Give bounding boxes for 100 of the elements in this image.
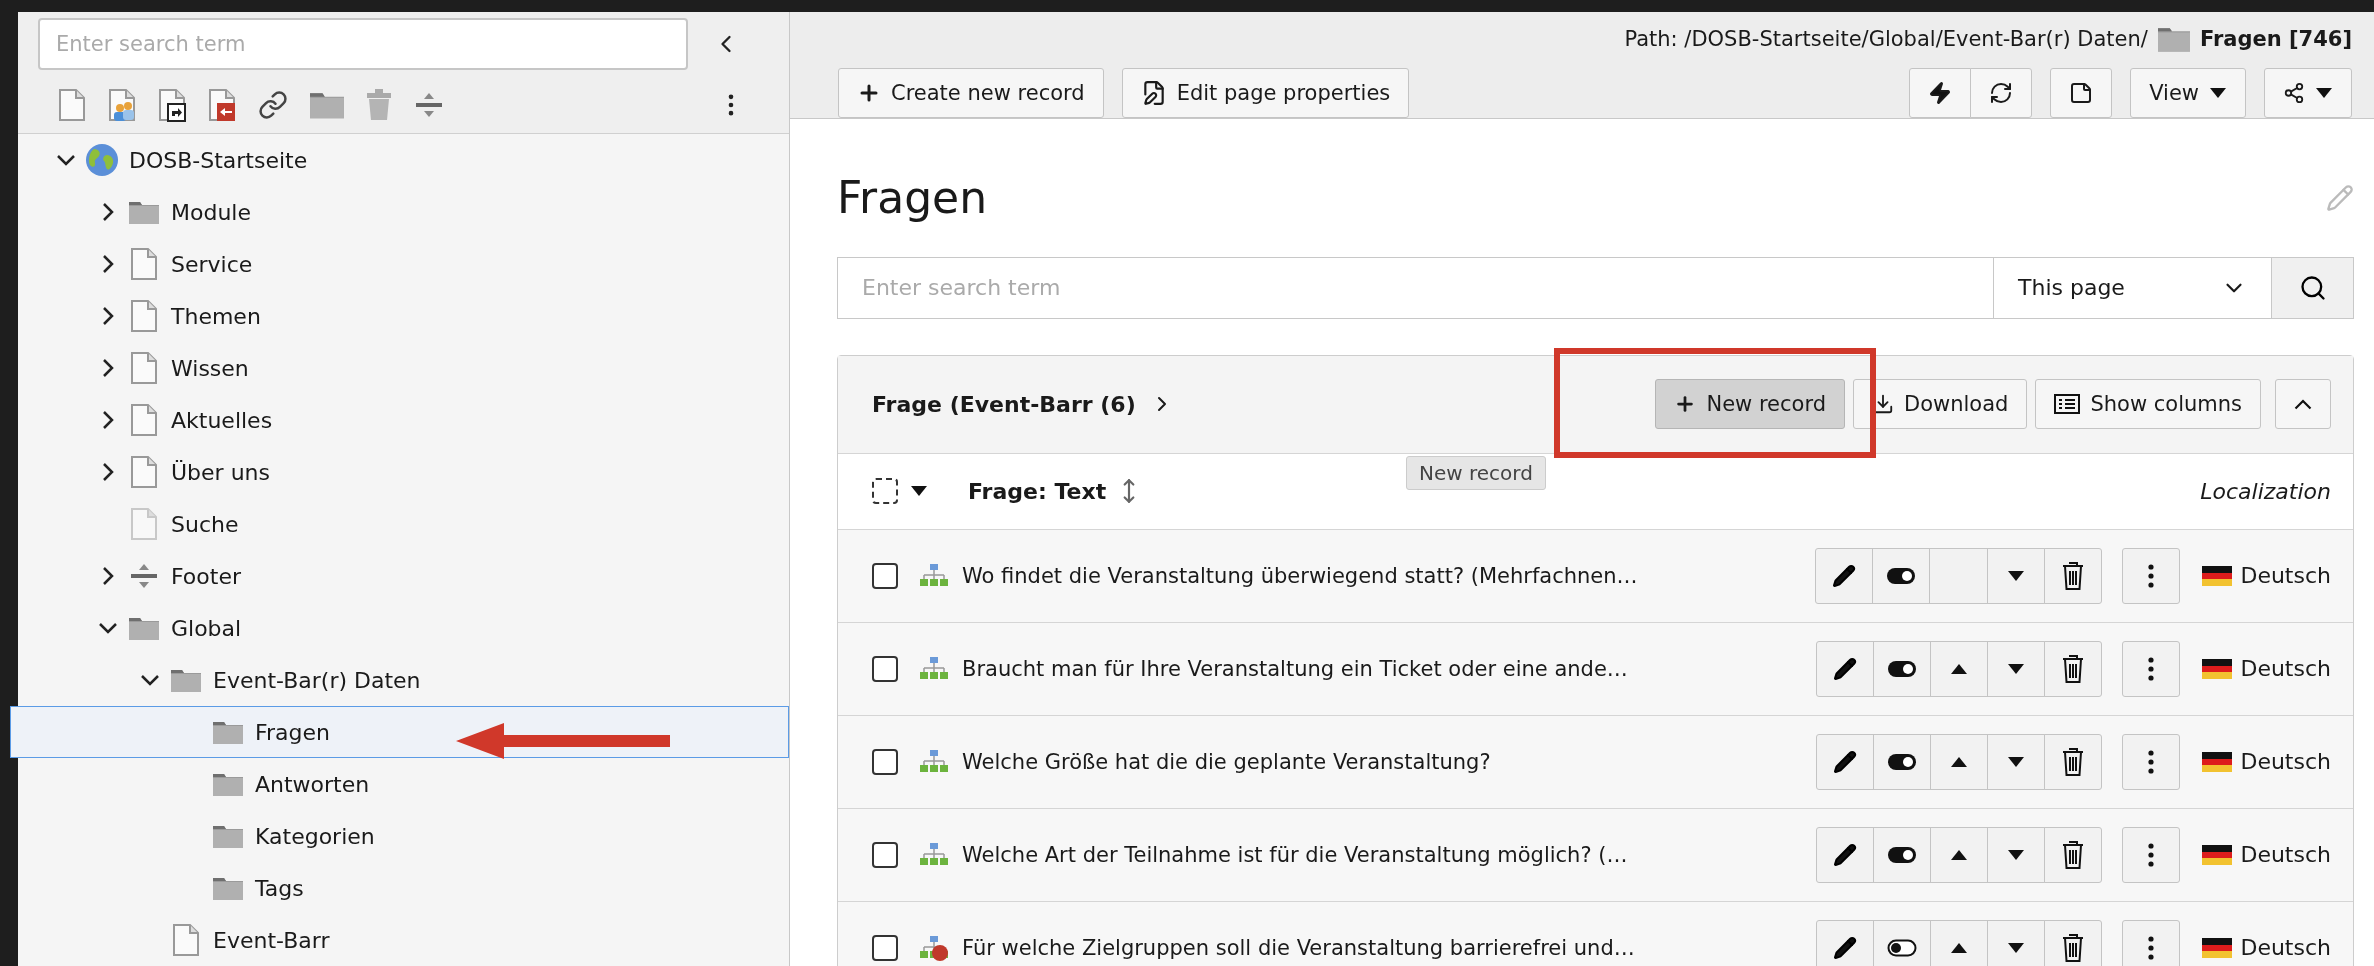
edit-button[interactable] [1816, 826, 1875, 883]
view-dropdown[interactable]: View [2130, 67, 2246, 118]
reload-button[interactable] [1970, 67, 2033, 118]
row-checkbox[interactable] [872, 934, 898, 961]
move-up-button[interactable] [1930, 826, 1989, 883]
visibility-toggle[interactable] [1873, 919, 1932, 966]
tree-item[interactable]: Module [10, 186, 789, 238]
visibility-toggle[interactable] [1873, 640, 1932, 697]
page-icon[interactable] [130, 403, 158, 437]
down-arrow-icon [2007, 941, 2026, 954]
visibility-toggle[interactable] [1873, 733, 1932, 790]
tree-item[interactable]: Antworten [10, 758, 789, 810]
tree-item[interactable]: Footer [10, 550, 789, 602]
move-down-button[interactable] [1987, 547, 2046, 604]
breadcrumb-path: Path: /DOSB-Startseite/Global/Event-Bar(r) Daten/ [1624, 26, 2148, 51]
more-button[interactable] [2122, 733, 2181, 790]
more-icon [2148, 563, 2155, 588]
row-checkbox[interactable] [872, 562, 898, 589]
scope-select[interactable]: This page [1994, 256, 2272, 319]
delete-button[interactable] [2044, 826, 2103, 883]
tree-item[interactable]: Service [10, 238, 789, 290]
search-button[interactable] [2272, 256, 2354, 319]
tree-item[interactable]: Themen [10, 290, 789, 342]
new-record-button[interactable]: New record [1655, 379, 1845, 430]
visibility-toggle[interactable] [1873, 826, 1932, 883]
download-button[interactable]: Download [1853, 379, 2028, 430]
folder-icon [213, 824, 243, 848]
pencil-icon [1833, 749, 1858, 774]
column-header: Localization [2200, 478, 2331, 504]
page-icon[interactable] [130, 299, 158, 333]
page-backlink-icon[interactable] [208, 88, 236, 122]
tree-item[interactable]: Wissen [10, 342, 789, 394]
folder-icon [129, 200, 159, 224]
move-up-button[interactable] [1930, 640, 1989, 697]
select-all-checkbox[interactable] [872, 478, 898, 505]
tree-item[interactable]: Tags [10, 862, 789, 914]
page-shortcut-icon[interactable] [158, 88, 186, 122]
move-down-button[interactable] [1987, 919, 2046, 966]
trash-icon [2062, 840, 2085, 869]
tree-item-label: Event-Barr [213, 927, 330, 953]
move-up-button[interactable] [1930, 733, 1989, 790]
german-flag-icon [2202, 565, 2233, 586]
more-button[interactable] [2122, 826, 2181, 883]
tree-item[interactable]: Suche [10, 498, 789, 550]
table-cell-text: Für welche Zielgruppen soll die Veranstaltung barrierefrei und… [962, 935, 1636, 960]
share-button[interactable] [2264, 67, 2352, 118]
visibility-toggle[interactable] [1872, 547, 1931, 604]
search-field[interactable]: Enter search term [837, 256, 1994, 319]
column-header[interactable]: Frage: Text [968, 478, 1107, 504]
page-icon[interactable] [130, 351, 158, 385]
tree-item[interactable]: Fragen [10, 706, 789, 758]
tree-item[interactable]: Event-Barr [10, 914, 789, 966]
move-down-button[interactable] [1987, 826, 2046, 883]
new-page-icon[interactable] [58, 88, 86, 122]
create-record-button[interactable]: Create new record [838, 67, 1104, 118]
page-icon[interactable] [172, 923, 200, 957]
delete-button[interactable] [2044, 547, 2103, 604]
folder-icon [171, 668, 201, 692]
folder-icon [2157, 26, 2190, 52]
page-users-icon[interactable] [108, 88, 136, 122]
delete-button[interactable] [2044, 919, 2103, 966]
edit-button[interactable] [1815, 547, 1874, 604]
pencil-icon [1832, 563, 1857, 588]
delete-button[interactable] [2044, 733, 2103, 790]
row-checkbox[interactable] [872, 841, 898, 868]
show-columns-button[interactable]: Show columns [2035, 379, 2261, 430]
edit-button[interactable] [1816, 919, 1875, 966]
move-up-button[interactable] [1930, 919, 1989, 966]
move-down-button[interactable] [1987, 733, 2046, 790]
edit-button[interactable] [1816, 640, 1875, 697]
notes-button[interactable] [2050, 67, 2113, 118]
tree-item-label: Fragen [255, 719, 331, 745]
row-checkbox[interactable] [872, 748, 898, 775]
trash-icon [2062, 933, 2085, 962]
tree-item[interactable]: Kategorien [10, 810, 789, 862]
edit-button[interactable] [1816, 733, 1875, 790]
page-icon[interactable] [130, 455, 158, 489]
tree-item-label: DOSB-Startseite [129, 147, 308, 173]
tree-item[interactable]: Global [10, 602, 789, 654]
trash-icon [2062, 561, 2085, 590]
tree-item[interactable]: DOSB-Startseite [10, 134, 789, 186]
page-title: Fragen [837, 172, 988, 224]
caret-icon [2315, 86, 2333, 99]
clear-cache-button[interactable] [1909, 67, 1972, 118]
pencil-icon [1833, 656, 1858, 681]
tree-item[interactable]: Über uns [10, 446, 789, 498]
search-field[interactable]: Enter search term [38, 18, 688, 70]
more-button[interactable] [2122, 547, 2181, 604]
tree-item[interactable]: Event-Bar(r) Daten [10, 654, 789, 706]
delete-button[interactable] [2044, 640, 2103, 697]
row-checkbox[interactable] [872, 655, 898, 682]
page-icon[interactable] [130, 247, 158, 281]
move-down-button[interactable] [1987, 640, 2046, 697]
tree-item[interactable]: Aktuelles [10, 394, 789, 446]
more-button[interactable] [2122, 640, 2181, 697]
link-icon[interactable] [258, 90, 288, 120]
edit-page-button[interactable]: Edit page properties [1121, 67, 1410, 118]
table-cell-text: Braucht man für Ihre Veranstaltung ein Ticket oder eine ande… [962, 656, 1629, 681]
columns-icon [2054, 394, 2081, 415]
more-button[interactable] [2122, 919, 2181, 966]
